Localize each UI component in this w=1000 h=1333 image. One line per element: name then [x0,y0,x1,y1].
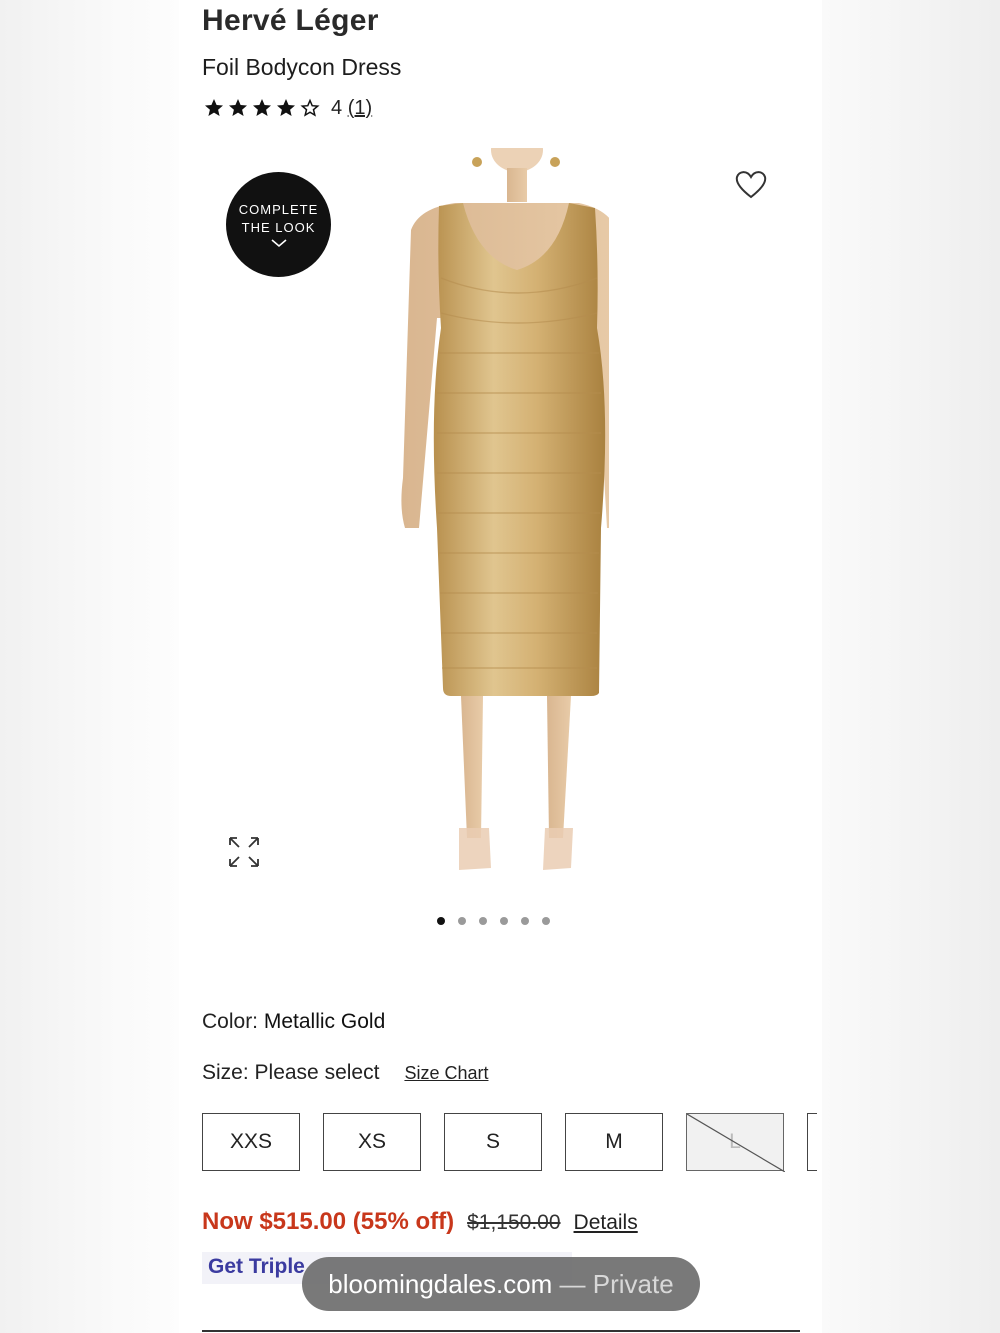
size-option-label: XXS [229,1130,273,1153]
size-option-l[interactable]: L [686,1113,785,1172]
brand-name[interactable]: Hervé Léger [202,4,379,38]
divider [202,1330,800,1332]
size-option-s[interactable]: S [444,1113,542,1171]
carousel-dot[interactable] [500,917,508,925]
unavailable-slash-icon [687,1114,785,1172]
browser-mode: — Private [559,1268,674,1299]
carousel-dot[interactable] [458,917,466,925]
star-icon [277,99,295,116]
size-selection-header: Size: Please select Size Chart [202,1061,488,1085]
browser-url-bar[interactable]: bloomingdales.com — Private [302,1257,700,1311]
color-selection: Color: Metallic Gold [202,1010,385,1034]
product-page: Hervé Léger Foil Bodycon Dress 4 (1) COM… [179,0,822,1333]
rating-value: 4 [331,96,343,119]
size-option-label: XS [357,1130,386,1153]
price-row: Now $515.00 (55% off) $1,150.00 Details [202,1208,638,1236]
size-option-xs[interactable]: XS [323,1113,421,1171]
carousel-dot[interactable] [437,917,445,925]
star-icon [229,99,247,116]
star-rating[interactable]: 4 (1) [202,96,372,120]
complete-look-label-1: COMPLETE [238,201,319,217]
carousel-dot[interactable] [542,917,550,925]
star-icon [253,99,271,116]
carousel-pagination[interactable] [437,917,550,925]
complete-look-label-2: THE LOOK [241,219,316,235]
size-chart-link[interactable]: Size Chart [404,1063,488,1084]
price-details-link[interactable]: Details [574,1211,638,1235]
complete-the-look-button[interactable]: COMPLETE THE LOOK [226,172,331,277]
browser-domain: bloomingdales.com [328,1268,553,1299]
color-value: Metallic Gold [263,1010,386,1033]
expand-icon[interactable] [227,835,261,869]
carousel-dot[interactable] [521,917,529,925]
size-option-more[interactable] [807,1113,817,1171]
color-label: Color: [202,1010,259,1033]
product-title: Foil Bodycon Dress [202,54,402,80]
size-option-m[interactable]: M [565,1113,663,1171]
size-options: XXS XS S M L [202,1113,817,1172]
heart-icon[interactable] [734,168,768,200]
sale-price: Now $515.00 (55% off) [202,1208,455,1235]
size-option-label: S [485,1130,500,1153]
star-outline-icon [300,98,320,117]
carousel-dot[interactable] [479,917,487,925]
rating-summary: 4 (1) [331,97,372,120]
review-count-link[interactable]: (1) [348,97,372,119]
chevron-down-icon [270,238,287,247]
product-image[interactable] [359,148,609,888]
size-option-xxs[interactable]: XXS [202,1113,300,1171]
size-option-label: M [605,1130,623,1153]
original-price: $1,150.00 [467,1211,561,1234]
size-label: Size: Please select [202,1061,380,1084]
star-icon [205,99,223,116]
